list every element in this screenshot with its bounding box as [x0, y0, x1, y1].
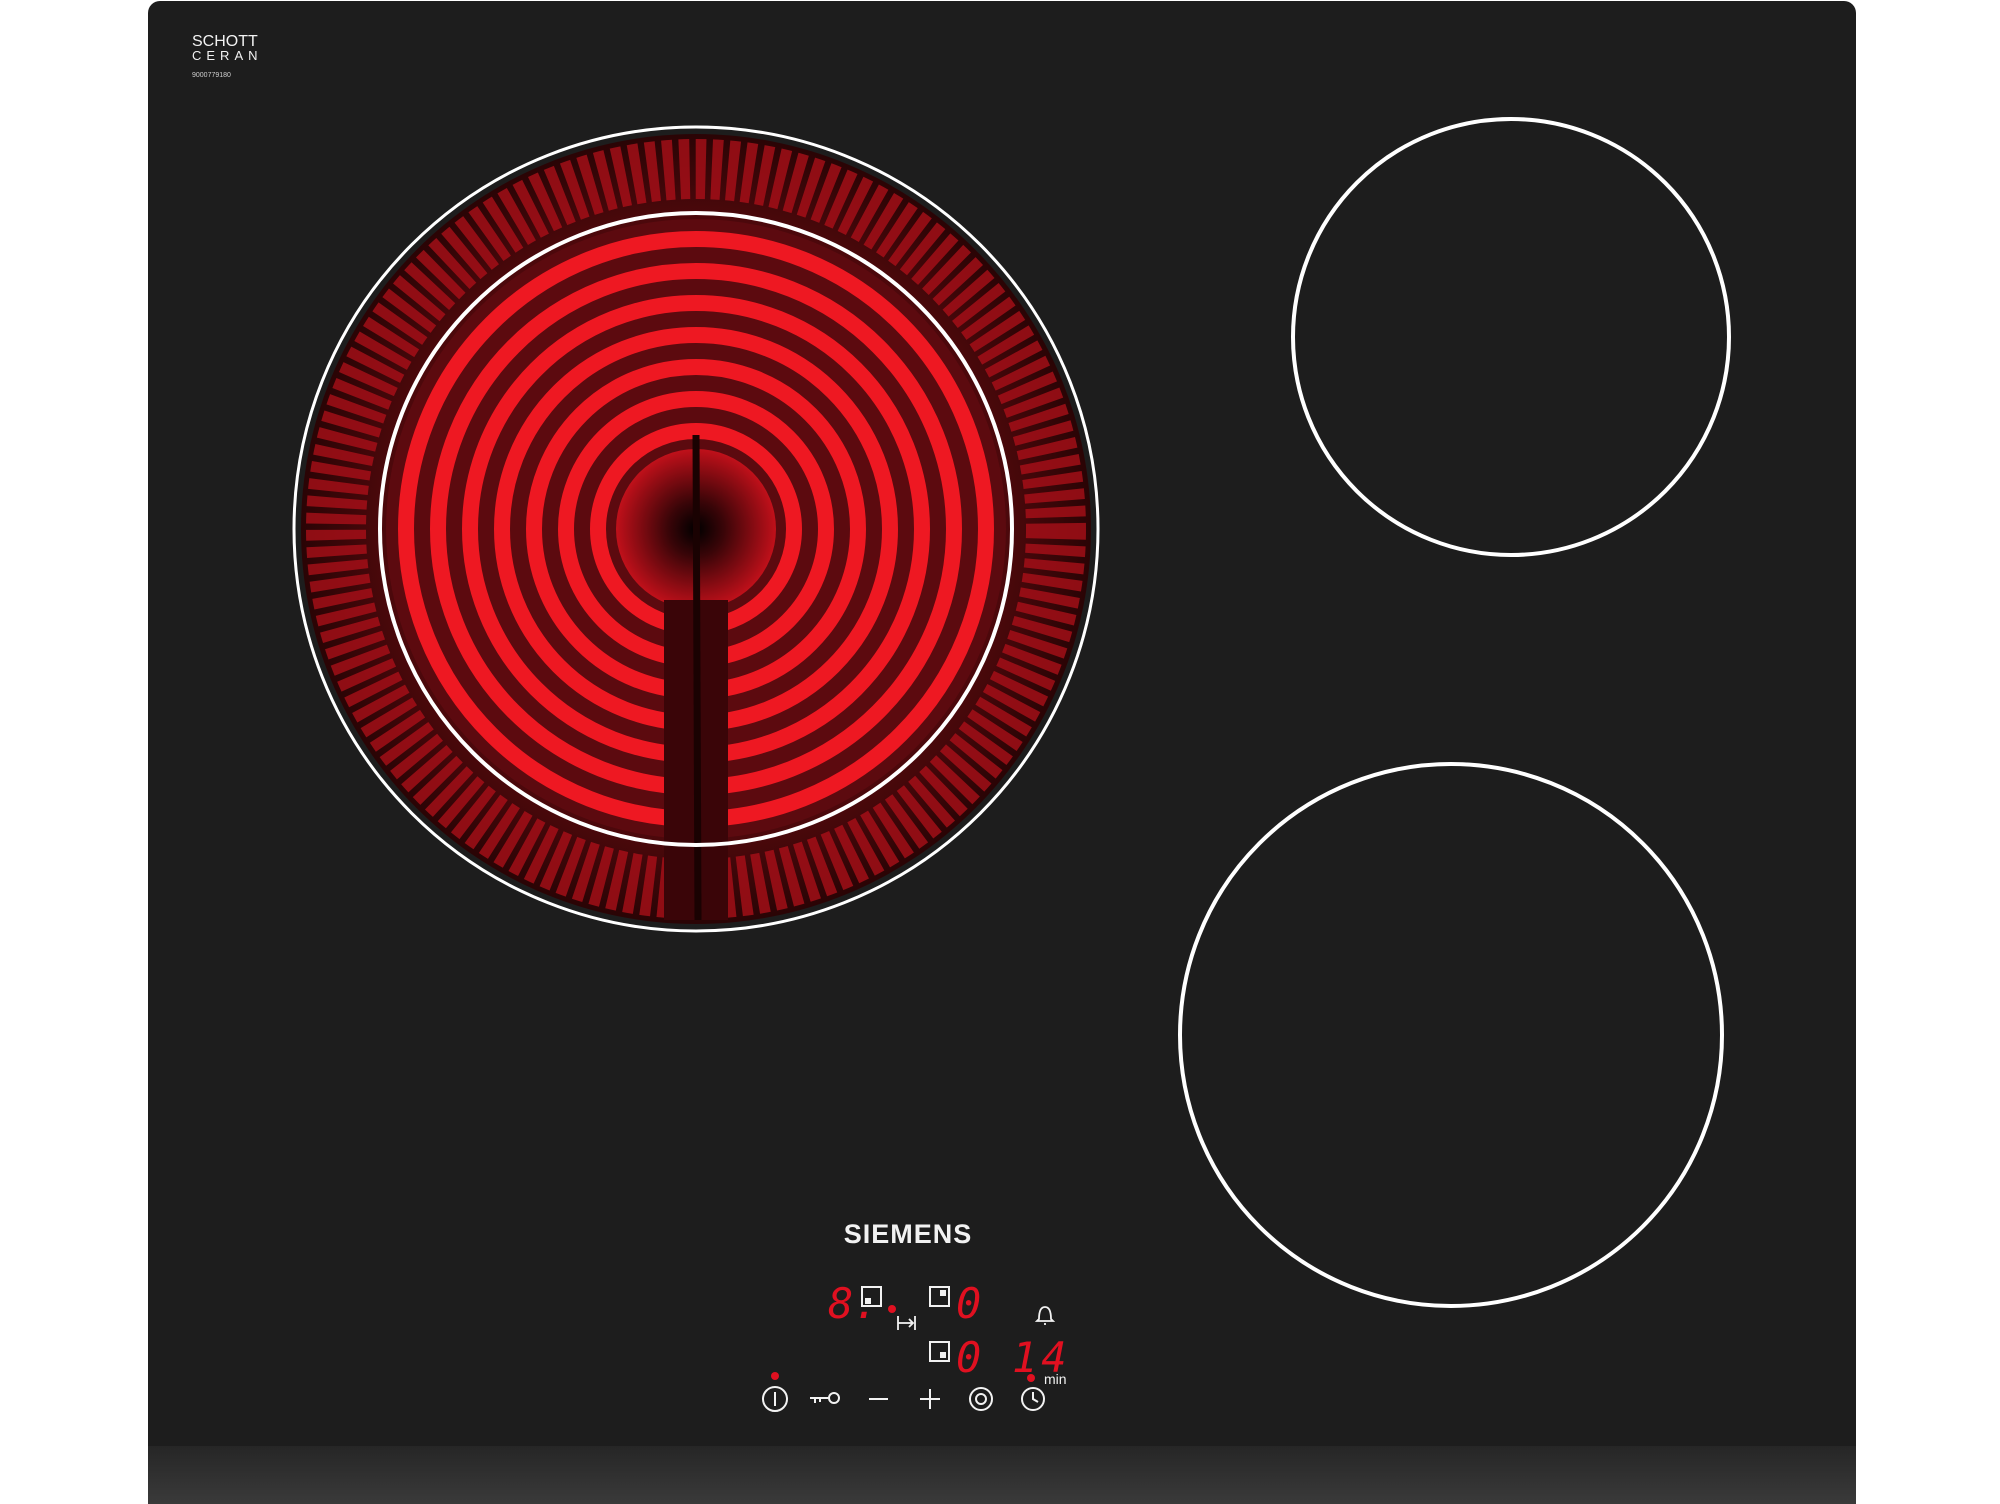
power-led [771, 1372, 779, 1380]
cooktop-image: SCHOTT CERAN 9000779180 SIEMENS 8. 0 0 1… [148, 1, 1856, 1504]
brand-logo: SIEMENS [844, 1219, 973, 1249]
zone-display-rear-right: 0 [956, 1333, 981, 1382]
glass-maker-line2: CERAN [192, 48, 263, 63]
zone-display-rear-left: 0 [956, 1279, 981, 1328]
glass-front-edge [148, 1446, 1856, 1504]
product-code: 9000779180 [192, 72, 231, 79]
sensor-rod [692, 434, 702, 921]
timer-led [1027, 1374, 1035, 1382]
zone-front-left-led [888, 1305, 896, 1313]
timer-unit: min [1044, 1371, 1067, 1387]
